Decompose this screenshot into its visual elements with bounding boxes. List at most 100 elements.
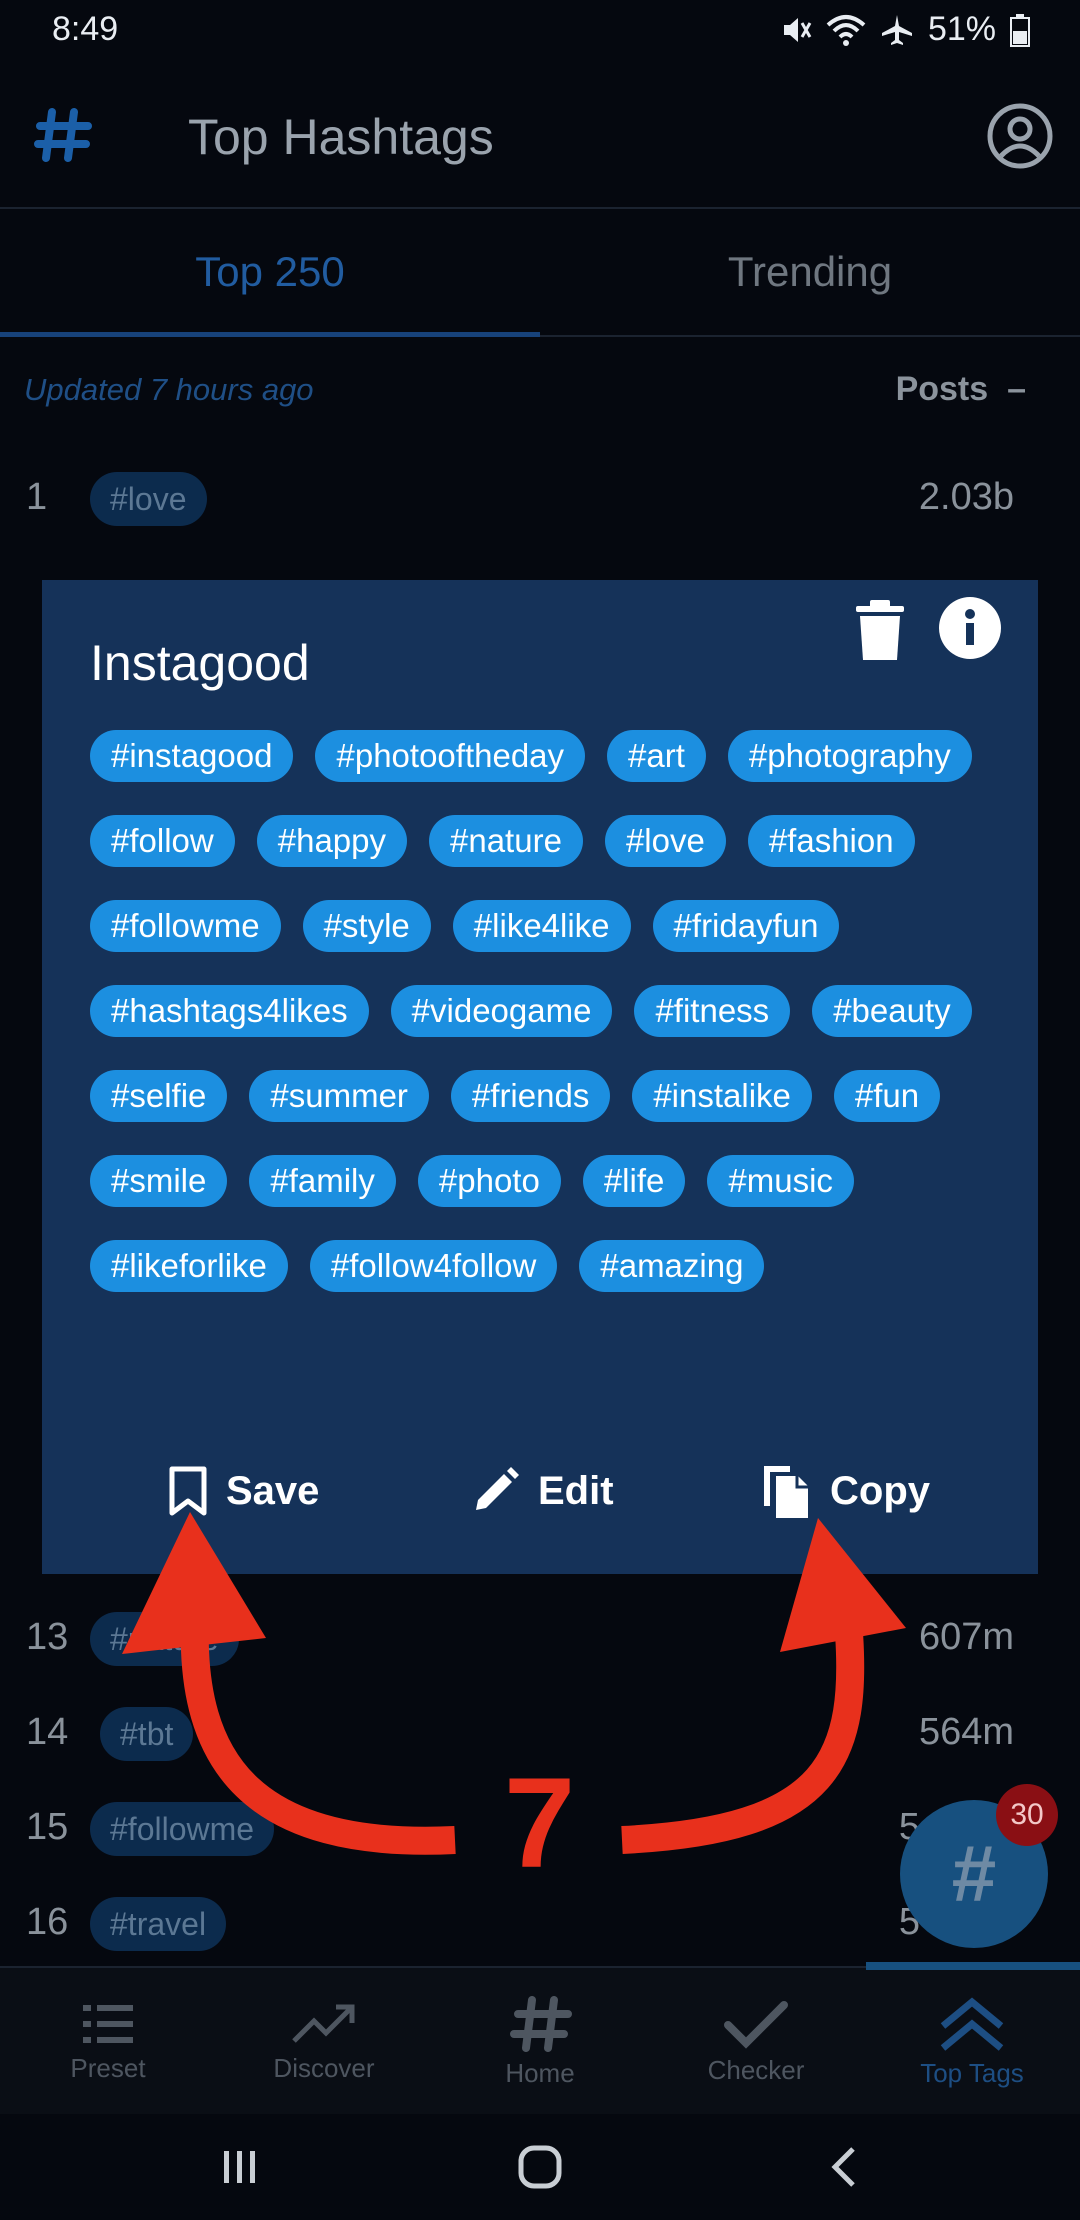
app-bar: Top Hashtags	[0, 66, 1080, 209]
home-circle-icon	[518, 2145, 562, 2189]
row-posts: 2.03b	[918, 476, 1014, 518]
hashtag-chip[interactable]: #beauty	[812, 985, 972, 1037]
hashtag-chip[interactable]: #art	[607, 730, 706, 782]
hashtag-chip[interactable]: #videogame	[390, 985, 613, 1037]
hashtag-chip[interactable]: #family	[249, 1155, 396, 1207]
bottom-navigation: Preset Discover Home Checker Top Tags	[0, 1962, 1080, 2116]
row-tag[interactable]: #followme	[90, 1802, 275, 1856]
dialog-title: Instagood	[90, 635, 310, 691]
nav-item-top-tags[interactable]: Top Tags	[864, 1968, 1080, 2116]
recents-button[interactable]	[200, 2134, 280, 2200]
hashtag-chip[interactable]: #love	[604, 815, 726, 867]
info-icon[interactable]	[938, 596, 1002, 660]
tab-top-250[interactable]: Top 250	[0, 209, 540, 335]
tab-trending[interactable]: Trending	[540, 209, 1080, 335]
copy-button[interactable]: Copy	[760, 1446, 930, 1536]
dialog-actions: Save Edit Copy	[42, 1446, 1038, 1536]
hashtag-chip[interactable]: #summer	[249, 1070, 429, 1122]
row-rank: 14	[26, 1711, 69, 1753]
battery-percent: 51%	[927, 10, 996, 48]
fab-symbol: #	[951, 1829, 997, 1918]
wifi-icon	[826, 14, 866, 46]
edit-button[interactable]: Edit	[470, 1446, 614, 1536]
hashtag-chip[interactable]: #hashtags4likes	[90, 985, 369, 1037]
hash-logo-icon	[34, 108, 92, 162]
delete-icon[interactable]	[852, 598, 908, 662]
posts-sort-header[interactable]: Posts –	[896, 370, 1026, 409]
hashtag-chip[interactable]: #like4like	[452, 900, 631, 952]
checkmark-icon	[724, 2000, 788, 2049]
save-label: Save	[226, 1468, 320, 1513]
row-tag[interactable]: #tbt	[100, 1707, 194, 1761]
row-rank: 1	[26, 476, 48, 518]
row-tag[interactable]: #love	[90, 472, 207, 526]
recents-icon	[224, 2151, 255, 2183]
row-tag[interactable]: #travel	[90, 1897, 227, 1951]
app-title: Top Hashtags	[188, 109, 494, 165]
hashtag-chip[interactable]: #photography	[727, 730, 972, 782]
airplane-icon	[881, 14, 912, 45]
hashtag-chip[interactable]: #followme	[90, 900, 281, 952]
nav-item-checker[interactable]: Checker	[648, 1968, 864, 2116]
hashtag-chip[interactable]: #selfie	[90, 1070, 228, 1122]
double-chevron-up-icon	[940, 1996, 1004, 2051]
hashtag-chip[interactable]: #smile	[90, 1155, 228, 1207]
bookmark-icon	[169, 1466, 207, 1516]
hashtag-chip[interactable]: #friends	[450, 1070, 611, 1122]
tab-indicator	[0, 332, 540, 337]
status-bar: 8:49 51%	[0, 0, 1080, 66]
sort-indicator: –	[1007, 370, 1026, 408]
table-row[interactable]: 13 #nature 607m	[0, 1600, 1080, 1680]
copy-icon	[764, 1466, 808, 1518]
account-icon[interactable]	[986, 102, 1054, 170]
row-posts: 607m	[918, 1616, 1014, 1658]
mute-icon	[783, 17, 812, 42]
edit-label: Edit	[538, 1468, 614, 1513]
selection-count-badge: 30	[996, 1784, 1058, 1846]
hashtag-chip[interactable]: #nature	[429, 815, 583, 867]
home-button[interactable]	[500, 2134, 580, 2200]
posts-header-label: Posts	[895, 370, 989, 408]
hashtag-chip[interactable]: #fitness	[634, 985, 791, 1037]
nav-label: Checker	[707, 2054, 805, 2085]
hashtag-chip[interactable]: #music	[707, 1155, 854, 1207]
nav-item-discover[interactable]: Discover	[216, 1968, 432, 2116]
battery-icon	[1010, 13, 1030, 47]
hashtag-chip[interactable]: #instagood	[90, 730, 294, 782]
table-row[interactable]: 1 #love 2.03b	[0, 460, 1080, 540]
nav-item-home[interactable]: Home	[432, 1968, 648, 2116]
nav-label: Preset	[70, 2052, 146, 2083]
copy-label: Copy	[830, 1468, 930, 1513]
hashtag-chip[interactable]: #photooftheday	[315, 730, 586, 782]
hashtag-chip[interactable]: #likeforlike	[90, 1240, 288, 1292]
hashtag-list: #instagood #photooftheday #art #photography…	[90, 730, 1010, 1292]
tab-bar: Top 250 Trending	[0, 209, 1080, 337]
pencil-icon	[476, 1467, 519, 1510]
hashtag-chip[interactable]: #happy	[256, 815, 407, 867]
hashtag-chip[interactable]: #fashion	[747, 815, 915, 867]
hashtag-chip[interactable]: #follow4follow	[309, 1240, 558, 1292]
nav-label: Home	[505, 2057, 575, 2088]
back-button[interactable]	[804, 2134, 884, 2200]
save-button[interactable]: Save	[168, 1446, 319, 1536]
system-navigation-bar	[0, 2114, 1080, 2220]
back-chevron-icon	[831, 2147, 855, 2187]
hashtag-chip[interactable]: #style	[302, 900, 431, 952]
hash-icon	[510, 1995, 572, 2052]
row-rank: 16	[26, 1901, 69, 1943]
hashtag-chip[interactable]: #photo	[417, 1155, 561, 1207]
nav-label: Top Tags	[920, 2057, 1024, 2088]
hashtag-chip[interactable]: #amazing	[579, 1240, 765, 1292]
hashtag-chip[interactable]: #life	[582, 1155, 686, 1207]
hashtag-chip[interactable]: #fun	[833, 1070, 941, 1122]
annotation-number: 7	[504, 1752, 576, 1895]
hashtag-chip[interactable]: #instalike	[632, 1070, 812, 1122]
hashtag-chip[interactable]: #fridayfun	[652, 900, 840, 952]
row-tag[interactable]: #nature	[90, 1612, 239, 1666]
list-icon	[83, 2004, 133, 2043]
trending-up-icon	[292, 2004, 355, 2043]
row-rank: 13	[26, 1616, 69, 1658]
status-icons: 51%	[778, 10, 1030, 49]
nav-item-preset[interactable]: Preset	[0, 1968, 216, 2116]
hashtag-chip[interactable]: #follow	[90, 815, 235, 867]
